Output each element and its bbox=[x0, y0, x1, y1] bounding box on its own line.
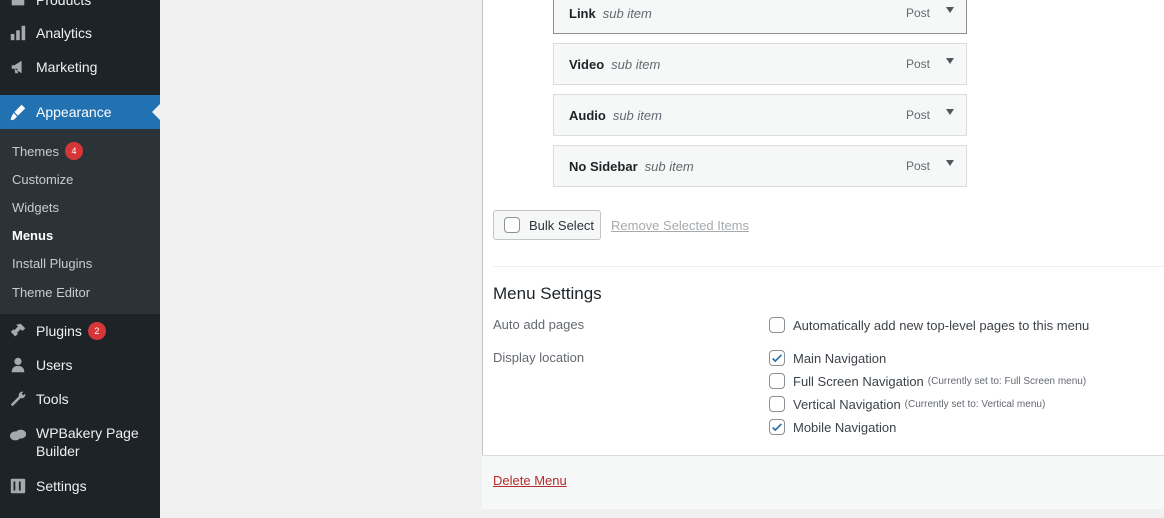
menu-item-no-sidebar[interactable]: No Sidebar sub item Post bbox=[553, 145, 967, 187]
appearance-icon bbox=[0, 103, 36, 121]
submenu-item-customize[interactable]: Customize bbox=[12, 172, 73, 187]
products-icon bbox=[0, 0, 36, 9]
menu-item-title: Video bbox=[569, 56, 605, 72]
menu-item-type: Post bbox=[905, 57, 930, 71]
current-indicator bbox=[152, 104, 160, 120]
bulk-select-checkbox[interactable] bbox=[504, 217, 520, 233]
auto-add-option[interactable]: Automatically add new top-level pages to… bbox=[769, 317, 1089, 333]
menu-item-subtag: sub item bbox=[612, 107, 662, 123]
sidebar-item-tools[interactable]: Tools bbox=[0, 387, 160, 411]
bulk-select-label: Bulk Select bbox=[529, 217, 595, 233]
menu-item-title: Audio bbox=[569, 107, 606, 123]
analytics-icon bbox=[0, 24, 36, 42]
sidebar-item-label: WPBakery Page Builder bbox=[36, 425, 139, 459]
location-note: (Currently set to: Vertical menu) bbox=[904, 398, 1046, 410]
delete-menu-link[interactable]: Delete Menu bbox=[493, 473, 567, 488]
submenu-item-menus[interactable]: Menus bbox=[12, 228, 53, 243]
sidebar-item-plugins[interactable]: Plugins 2 bbox=[0, 319, 160, 343]
update-count-badge: 2 bbox=[87, 322, 106, 340]
sidebar-item-label: Users bbox=[36, 357, 73, 373]
mobile-navigation-checkbox[interactable] bbox=[769, 419, 785, 435]
main-navigation-checkbox[interactable] bbox=[769, 350, 785, 366]
menu-settings-heading: Menu Settings bbox=[493, 284, 602, 303]
users-icon bbox=[0, 356, 36, 374]
menu-item-type: Post bbox=[905, 6, 930, 20]
auto-add-checkbox[interactable] bbox=[769, 317, 785, 333]
menu-item-audio[interactable]: Audio sub item Post bbox=[553, 94, 967, 136]
auto-add-option-label: Automatically add new top-level pages to… bbox=[793, 317, 1090, 333]
sidebar-item-label: Analytics bbox=[36, 25, 93, 41]
sidebar-item-label: Tools bbox=[36, 391, 69, 407]
menu-item-type: Post bbox=[905, 159, 930, 173]
expand-caret-icon[interactable] bbox=[946, 160, 954, 166]
settings-icon bbox=[0, 477, 36, 495]
display-location-label: Display location bbox=[493, 350, 585, 365]
wpbakery-icon bbox=[0, 426, 36, 444]
expand-caret-icon[interactable] bbox=[946, 7, 954, 13]
menu-item-title: No Sidebar bbox=[569, 158, 638, 174]
marketing-icon bbox=[0, 58, 36, 76]
remove-selected-items-link[interactable]: Remove Selected Items bbox=[611, 218, 749, 233]
admin-sidebar: Products Analytics Marketing Appearance … bbox=[0, 0, 160, 518]
sidebar-item-users[interactable]: Users bbox=[0, 353, 160, 377]
submenu-item-theme-editor[interactable]: Theme Editor bbox=[12, 285, 90, 300]
menu-item-link[interactable]: Link sub item Post bbox=[553, 0, 967, 34]
expand-caret-icon[interactable] bbox=[946, 109, 954, 115]
menu-item-type: Post bbox=[905, 108, 930, 122]
sidebar-item-settings[interactable]: Settings bbox=[0, 474, 160, 498]
auto-add-pages-label: Auto add pages bbox=[493, 317, 585, 332]
location-vertical-navigation[interactable]: Vertical Navigation (Currently set to: V… bbox=[769, 396, 1045, 412]
sidebar-item-label: Plugins bbox=[36, 323, 82, 339]
sidebar-item-label: Appearance bbox=[36, 104, 112, 120]
sidebar-item-label: Marketing bbox=[36, 59, 98, 75]
location-label: Mobile Navigation bbox=[793, 419, 897, 435]
location-full-screen-navigation[interactable]: Full Screen Navigation (Currently set to… bbox=[769, 373, 1086, 389]
plugins-icon bbox=[0, 322, 36, 340]
menu-item-video[interactable]: Video sub item Post bbox=[553, 43, 967, 85]
sidebar-item-label: Products bbox=[36, 0, 92, 8]
tools-icon bbox=[0, 390, 36, 408]
location-note: (Currently set to: Full Screen menu) bbox=[927, 375, 1087, 387]
full-screen-navigation-checkbox[interactable] bbox=[769, 373, 785, 389]
appearance-submenu: Themes 4 Customize Widgets Menus Install… bbox=[0, 129, 160, 314]
submenu-item-widgets[interactable]: Widgets bbox=[12, 200, 59, 215]
menu-item-subtag: sub item bbox=[611, 56, 661, 72]
expand-caret-icon[interactable] bbox=[946, 58, 954, 64]
checkmark-icon bbox=[772, 354, 782, 363]
submenu-item-themes[interactable]: Themes 4 bbox=[12, 142, 83, 160]
location-main-navigation[interactable]: Main Navigation bbox=[769, 350, 886, 366]
submenu-label: Themes bbox=[12, 143, 59, 159]
sidebar-item-marketing[interactable]: Marketing bbox=[0, 55, 160, 79]
section-divider bbox=[493, 266, 1164, 267]
update-count-badge: 4 bbox=[64, 142, 83, 160]
submenu-item-install-plugins[interactable]: Install Plugins bbox=[12, 256, 92, 271]
location-mobile-navigation[interactable]: Mobile Navigation bbox=[769, 419, 896, 435]
menu-footer bbox=[482, 455, 1164, 509]
bulk-select-button[interactable]: Bulk Select bbox=[493, 210, 601, 240]
sidebar-item-products[interactable]: Products bbox=[0, 0, 160, 12]
menu-item-subtag: sub item bbox=[602, 5, 652, 21]
checkmark-icon bbox=[772, 423, 782, 432]
sidebar-item-label: Settings bbox=[36, 478, 87, 494]
vertical-navigation-checkbox[interactable] bbox=[769, 396, 785, 412]
menu-item-subtag: sub item bbox=[644, 158, 694, 174]
sidebar-item-appearance[interactable]: Appearance bbox=[0, 95, 160, 129]
location-label: Full Screen Navigation bbox=[793, 373, 924, 389]
menu-item-title: Link bbox=[569, 5, 596, 21]
location-label: Vertical Navigation bbox=[793, 396, 901, 412]
sidebar-item-analytics[interactable]: Analytics bbox=[0, 21, 160, 45]
location-label: Main Navigation bbox=[793, 350, 887, 366]
sidebar-item-wpbakery[interactable]: WPBakery Page Builder bbox=[0, 424, 160, 462]
